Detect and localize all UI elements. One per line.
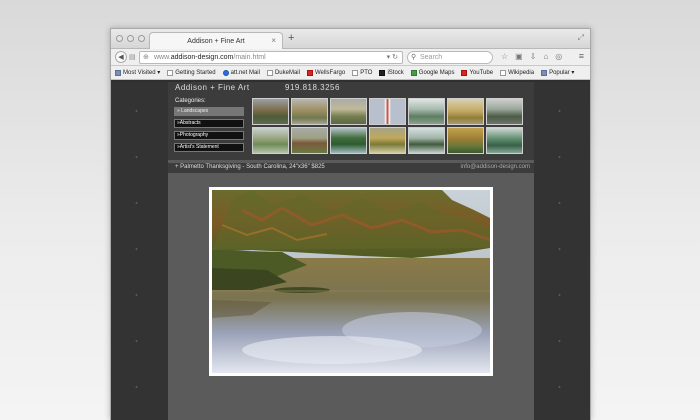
category-artists-statement[interactable]: »Artist's Statement (174, 143, 244, 152)
page-icon (167, 69, 174, 76)
reload-icon[interactable]: ▾ ↻ (387, 52, 398, 64)
category-abstracts[interactable]: »Abstracts (174, 119, 244, 128)
close-window-icon[interactable] (116, 35, 123, 42)
search-icon: ⚲ (411, 54, 417, 61)
bookmark-label: DukeMail (274, 69, 300, 76)
bookmark-label: YouTube (469, 69, 494, 76)
url-path: /main.html (233, 54, 266, 61)
categories-label: Categories: (175, 98, 206, 104)
bookmark-att-mail[interactable]: att.net Mail (222, 69, 260, 76)
site-header: Addison + Fine Art 919.818.3256 Categori… (168, 82, 534, 160)
bookmark-getting-started[interactable]: Getting Started (167, 69, 216, 76)
phone-number: 919.818.3256 (285, 83, 340, 92)
new-tab-button[interactable]: + (288, 32, 294, 44)
reading-list-icon[interactable]: ▣ (515, 52, 523, 61)
bookmark-label: Most Visited ▾ (123, 70, 161, 76)
search-input[interactable]: ⚲ Search (407, 51, 493, 64)
bookmark-label: WellsFargo (314, 69, 346, 76)
thumbnail[interactable] (447, 98, 484, 125)
thumbnail[interactable] (252, 98, 289, 125)
zoom-window-icon[interactable] (138, 35, 145, 42)
url-prefix: www. (154, 54, 171, 61)
toolbar-icons: ☆ ▣ ⇩ ⌂ ◎ (501, 52, 562, 61)
tab-close-icon[interactable]: × (271, 36, 276, 45)
bookmark-google-maps[interactable]: Google Maps (410, 69, 455, 76)
site-content: Addison + Fine Art 919.818.3256 Categori… (168, 82, 534, 420)
navigation-bar: ◀ ▤ ⊕ www.addison-design.com/main.html ▾… (111, 49, 590, 66)
thumbnail[interactable] (369, 98, 406, 125)
category-landscapes[interactable]: » Landscapes (174, 107, 244, 116)
page-icon (500, 69, 507, 76)
page-icon (352, 69, 359, 76)
bookmark-label: Popular ▾ (549, 70, 575, 76)
sync-icon[interactable]: ◎ (555, 52, 562, 61)
bookmark-dukemail[interactable]: DukeMail (266, 69, 300, 76)
wellsfargo-icon (306, 69, 313, 76)
painting-image (209, 187, 493, 376)
youtube-icon (461, 69, 468, 76)
page-icon (266, 69, 273, 76)
thumbnail[interactable] (486, 127, 523, 154)
url-bar[interactable]: ⊕ www.addison-design.com/main.html ▾ ↻ (139, 51, 403, 64)
thumbnail[interactable] (408, 127, 445, 154)
web-page: Addison + Fine Art 919.818.3256 Categori… (111, 82, 590, 420)
minimize-window-icon[interactable] (127, 35, 134, 42)
painting-illustration (212, 190, 490, 373)
bookmark-youtube[interactable]: YouTube (461, 69, 494, 76)
painting-caption: + Palmetto Thanksgiving - South Carolina… (175, 164, 325, 170)
category-photography[interactable]: »Photography (174, 131, 244, 140)
bookmark-istock[interactable]: iStock (379, 69, 404, 76)
bookmark-label: iStock (387, 69, 404, 76)
google-maps-icon (410, 69, 417, 76)
site-title[interactable]: Addison + Fine Art (175, 83, 250, 92)
bookmark-wellsfargo[interactable]: WellsFargo (306, 69, 346, 76)
bookmark-label: att.net Mail (230, 69, 260, 76)
bookmark-star-icon[interactable]: ☆ (501, 52, 508, 61)
bookmark-label: PTO (360, 69, 373, 76)
search-placeholder: Search (420, 54, 443, 61)
bookmark-label: Getting Started (175, 69, 216, 76)
thumbnail[interactable] (408, 98, 445, 125)
thumbnail-grid (252, 98, 523, 154)
tab-title: Addison + Fine Art (187, 37, 245, 45)
att-icon (222, 69, 229, 76)
email-link[interactable]: info@addison-design.com (461, 164, 530, 170)
category-menu: » Landscapes »Abstracts »Photography »Ar… (174, 107, 244, 155)
thumbnail[interactable] (330, 98, 367, 125)
bookmark-most-visited[interactable]: Most Visited ▾ (115, 69, 160, 76)
browser-window: Addison + Fine Art × + ⤢ ◀ ▤ ⊕ www.addis… (110, 28, 591, 420)
home-icon[interactable]: ⌂ (543, 52, 548, 61)
folder-icon (541, 69, 548, 76)
globe-icon: ⊕ (143, 54, 149, 61)
download-icon[interactable]: ⇩ (530, 52, 537, 61)
fullscreen-icon[interactable]: ⤢ (578, 33, 584, 43)
bookmark-label: Wikipedia (508, 69, 535, 76)
bookmark-wikipedia[interactable]: Wikipedia (500, 69, 535, 76)
bookmark-pto[interactable]: PTO (352, 69, 373, 76)
thumbnail[interactable] (291, 127, 328, 154)
thumbnail[interactable] (330, 127, 367, 154)
thumbnail[interactable] (291, 98, 328, 125)
thumbnail[interactable] (252, 127, 289, 154)
menu-icon[interactable]: ≡ (579, 51, 584, 61)
folder-icon (115, 69, 121, 76)
bookmark-label: Google Maps (418, 69, 455, 76)
browser-tab[interactable]: Addison + Fine Art × (149, 32, 283, 49)
forward-icon[interactable]: ▤ (129, 53, 136, 61)
back-button[interactable]: ◀ (115, 51, 127, 63)
istock-icon (379, 69, 386, 76)
title-bar: Addison + Fine Art × + ⤢ (111, 29, 590, 49)
thumbnail[interactable] (369, 127, 406, 154)
caption-bar: + Palmetto Thanksgiving - South Carolina… (168, 163, 534, 173)
thumbnail[interactable] (447, 127, 484, 154)
window-controls (116, 35, 145, 42)
bookmarks-bar: Most Visited ▾ Getting Started att.net M… (111, 66, 590, 80)
thumbnail[interactable] (486, 98, 523, 125)
url-host: addison-design.com (170, 54, 234, 61)
bookmark-popular[interactable]: Popular ▾ (541, 69, 574, 76)
